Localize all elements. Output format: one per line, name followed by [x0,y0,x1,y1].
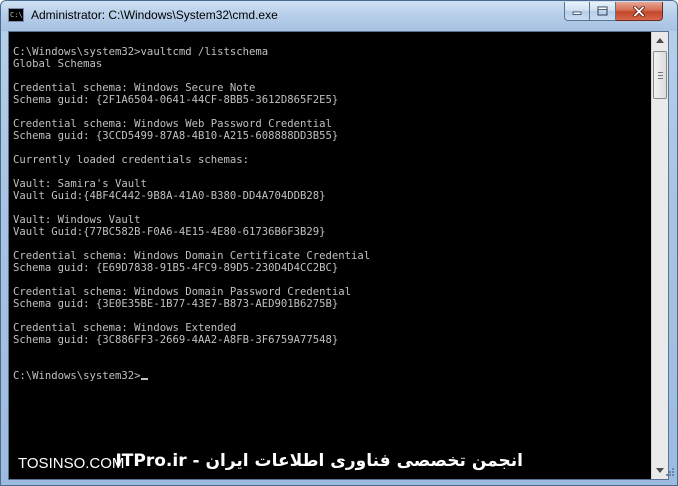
console-text: C:\Windows\system32>vaultcmd /listschema… [13,46,370,382]
console-line: Credential schema: Windows Domain Passwo… [13,286,352,298]
console-line: Vault: Samira's Vault [13,178,147,190]
console-output[interactable]: C:\Windows\system32>vaultcmd /listschema… [9,32,651,479]
console-line: Schema guid: {3C886FF3-2669-4AA2-A8FB-3F… [13,334,339,346]
console-line: Vault: Windows Vault [13,214,141,226]
console-line: Schema guid: {3CCD5499-87A8-4B10-A215-60… [13,130,339,142]
console-line: C:\Windows\system32> [13,370,141,382]
close-icon [633,5,645,17]
console-line: Global Schemas [13,58,103,70]
console-line: Schema guid: {3E0E35BE-1B77-43E7-B873-AE… [13,298,339,310]
window-title: Administrator: C:\Windows\System32\cmd.e… [31,8,278,22]
scroll-up-button[interactable] [652,32,668,49]
cmd-icon[interactable]: C:\ [8,8,24,22]
grip-line [658,78,663,79]
grip-line [658,75,663,76]
console-line: Credential schema: Windows Secure Note [13,82,256,94]
cmd-window: C:\ Administrator: C:\Windows\System32\c… [0,0,678,486]
minimize-button[interactable] [564,2,590,21]
console-line: Credential schema: Windows Web Password … [13,118,332,130]
console-line: Credential schema: Windows Extended [13,322,237,334]
console-line: Currently loaded credentials schemas: [13,154,249,166]
minimize-icon [572,11,582,15]
maximize-icon [597,6,608,16]
console-area: C:\Windows\system32>vaultcmd /listschema… [8,31,669,480]
resize-grip-icon[interactable] [663,467,675,479]
console-line: C:\Windows\system32>vaultcmd /listschema [13,46,269,58]
text-cursor [140,378,148,380]
console-line: Schema guid: {2F1A6504-0641-44CF-8BB5-36… [13,94,339,106]
maximize-button[interactable] [590,2,616,21]
chevron-up-icon [656,38,664,43]
grip-line [658,72,663,73]
console-line: Vault Guid:{4BF4C442-9B8A-41A0-B380-DD4A… [13,190,326,202]
title-bar[interactable]: C:\ Administrator: C:\Windows\System32\c… [1,1,677,31]
vertical-scrollbar[interactable] [651,32,668,479]
console-line: Credential schema: Windows Domain Certif… [13,250,371,262]
close-button[interactable] [616,2,663,21]
console-line: Vault Guid:{77BC582B-F0A6-4E15-4E80-6173… [13,226,326,238]
console-line: Schema guid: {E69D7838-91B5-4FC9-89D5-23… [13,262,339,274]
scroll-thumb[interactable] [653,51,667,99]
